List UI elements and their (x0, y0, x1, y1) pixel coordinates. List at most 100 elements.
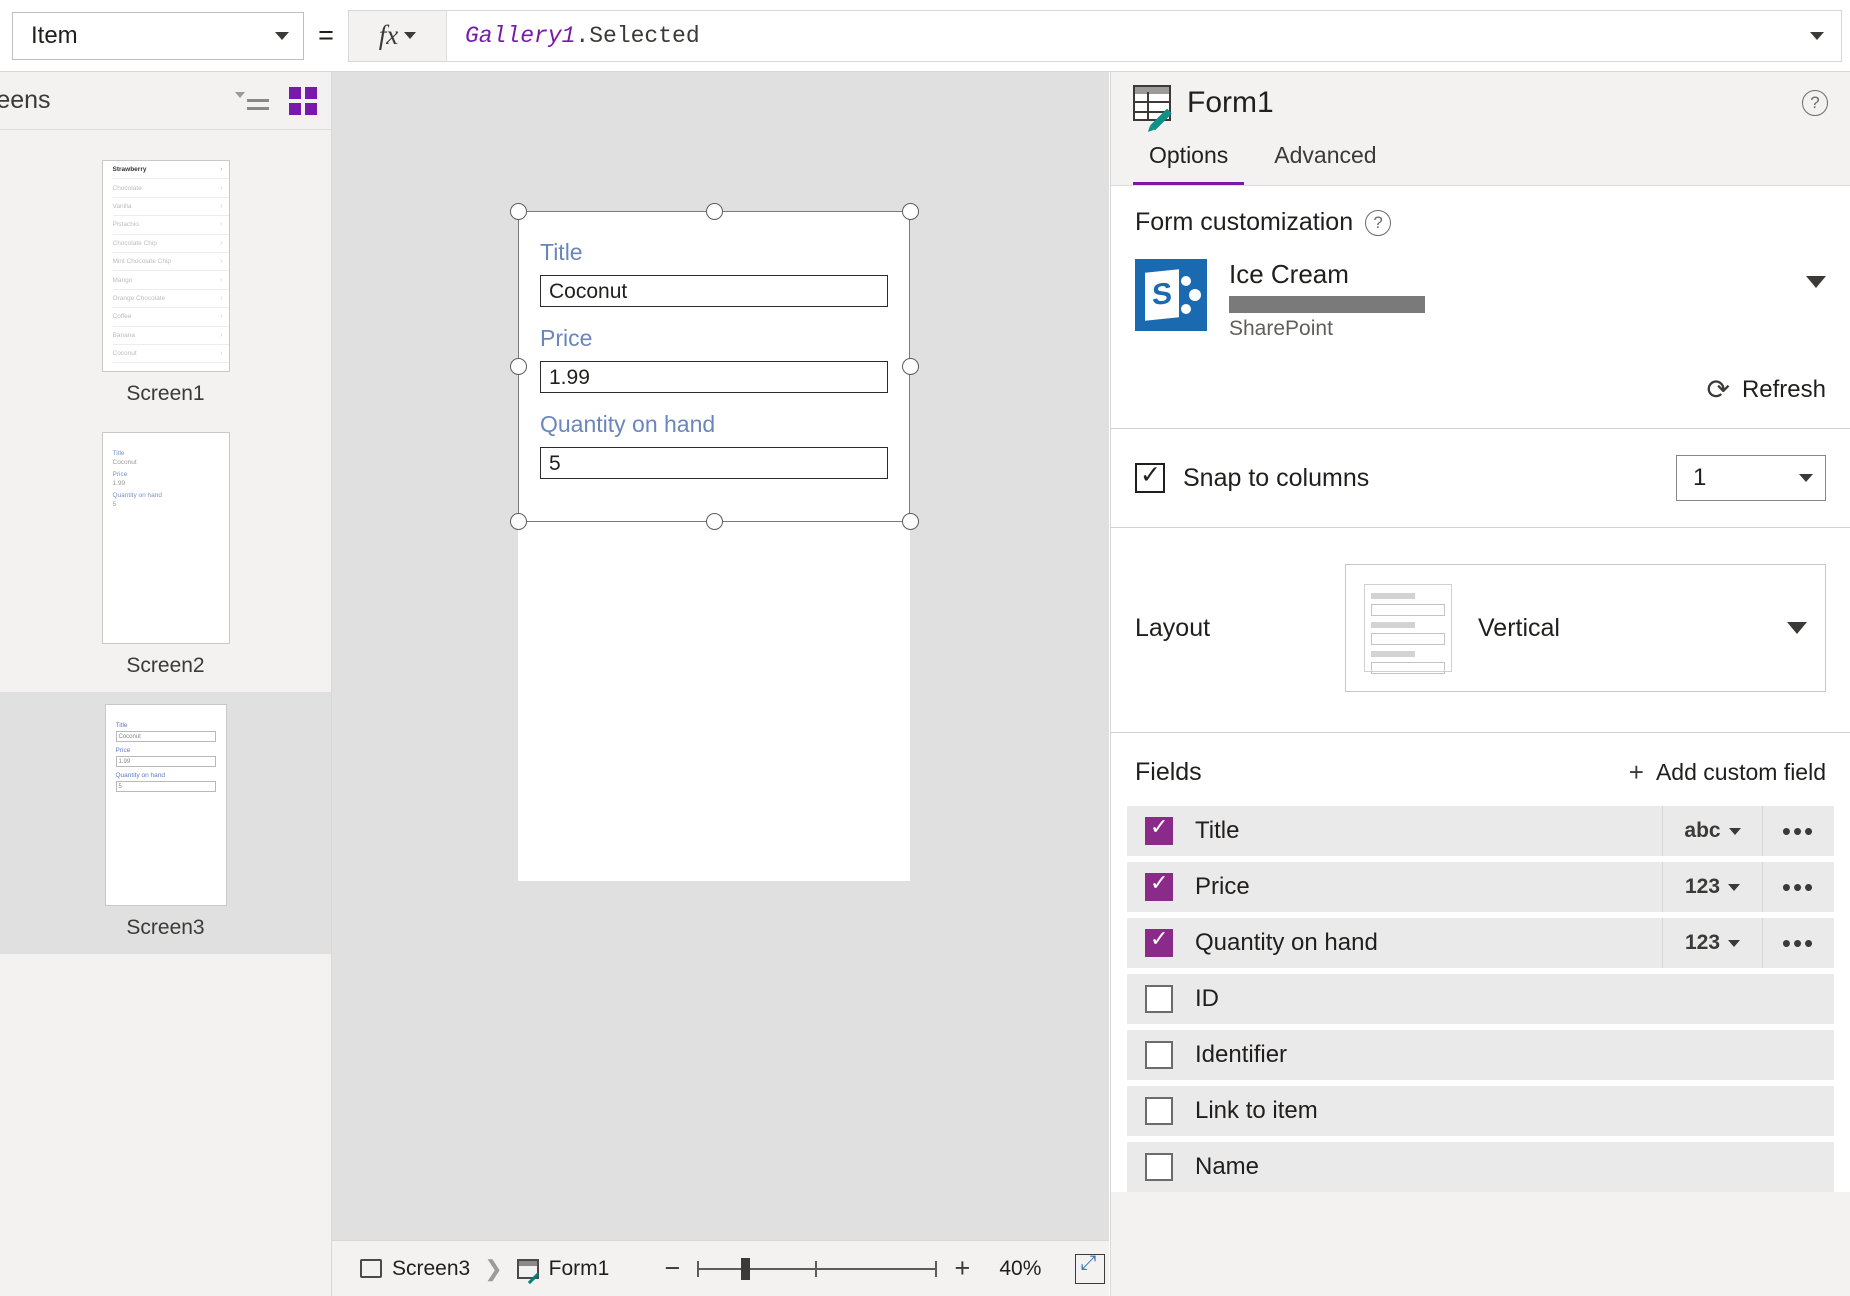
chevron-right-icon: › (220, 331, 223, 339)
properties-panel: Form1 ? Options Advanced Form customizat… (1110, 72, 1850, 1296)
snap-to-columns-checkbox[interactable] (1135, 460, 1165, 493)
add-custom-field-button[interactable]: + Add custom field (1629, 757, 1826, 788)
formula-input[interactable]: Gallery1.Selected (447, 23, 1793, 49)
sharepoint-icon: S (1135, 259, 1207, 331)
fields-heading: Fields (1135, 758, 1202, 786)
refresh-row[interactable]: ⟳ Refresh (1111, 363, 1850, 428)
field-checkbox[interactable] (1145, 814, 1173, 845)
app-canvas[interactable]: Title Coconut Price 1.99 Quantity on han… (332, 72, 1109, 1240)
breadcrumb[interactable]: Screen3 (360, 1257, 470, 1281)
refresh-label: Refresh (1741, 375, 1826, 403)
formula-expand-button[interactable] (1793, 27, 1841, 45)
fx-button[interactable]: fx (349, 10, 447, 61)
screens-panel-title: reens (0, 86, 51, 114)
thumbnail-field-label: Price (115, 747, 131, 754)
field-checkbox[interactable] (1145, 870, 1173, 901)
help-icon[interactable]: ? (1365, 209, 1392, 236)
quantity-input[interactable]: 5 (540, 447, 888, 479)
field-more-button[interactable]: ••• (1762, 862, 1834, 912)
thumbnail-gallery-row: Coffee › (112, 308, 229, 327)
zoom-slider-tick (815, 1260, 818, 1277)
resize-handle-bottom-center[interactable] (706, 513, 723, 530)
thumbnail-field-value: 1.99 (112, 480, 126, 487)
formula-input-wrap[interactable]: fx Gallery1.Selected (348, 9, 1842, 62)
thumbnail-gallery-row: Strawberry › (112, 161, 229, 180)
field-row[interactable]: Price 123 ••• (1127, 862, 1834, 912)
breadcrumb-control[interactable]: Form1 (516, 1257, 609, 1281)
field-row[interactable]: Name (1127, 1142, 1834, 1192)
chevron-down-icon (1787, 622, 1807, 634)
field-type-dropdown[interactable]: abc (1662, 806, 1762, 856)
zoom-slider-tick (697, 1260, 700, 1277)
field-more-button[interactable]: ••• (1762, 806, 1834, 856)
section-heading: Form customization ? (1135, 208, 1826, 237)
field-more-button[interactable]: ••• (1762, 918, 1834, 968)
data-source-expand-button[interactable] (1806, 259, 1826, 293)
field-type-dropdown[interactable]: 123 (1662, 918, 1762, 968)
help-icon[interactable]: ? (1802, 90, 1828, 116)
form-icon (516, 1258, 539, 1279)
thumbnail-gallery-row: Vanilla › (112, 198, 229, 217)
screen-list-item[interactable]: Strawberry › Chocolate › Vanilla › Pistachi… (0, 148, 331, 420)
title-input[interactable]: Coconut (540, 275, 888, 307)
chevron-down-icon (275, 31, 289, 40)
edit-form-icon (1133, 85, 1172, 131)
field-checkbox[interactable] (1145, 1153, 1173, 1181)
price-input[interactable]: 1.99 (540, 361, 888, 393)
resize-handle-middle-left[interactable] (510, 358, 527, 375)
screens-panel: reens Strawberry › Chocolate › (0, 72, 332, 1296)
field-row[interactable]: Quantity on hand 123 ••• (1127, 918, 1834, 968)
resize-handle-top-right[interactable] (902, 203, 919, 220)
resize-handle-top-left[interactable] (510, 203, 527, 220)
thumbnail-field-input: 1.99 (115, 756, 216, 767)
field-checkbox[interactable] (1145, 1097, 1173, 1125)
resize-handle-top-center[interactable] (706, 203, 723, 220)
screen-surface[interactable]: Title Coconut Price 1.99 Quantity on han… (518, 211, 910, 881)
layout-dropdown[interactable]: Vertical (1345, 564, 1826, 692)
field-checkbox[interactable] (1145, 926, 1173, 957)
snap-to-columns-section: Snap to columns 1 (1111, 429, 1850, 528)
screens-panel-header: reens (0, 72, 331, 130)
field-name: Price (1195, 873, 1250, 900)
tree-view-icon[interactable] (235, 88, 269, 114)
property-dropdown[interactable]: Item (12, 11, 304, 60)
data-source-row[interactable]: S Ice Cream SharePoint (1135, 259, 1826, 341)
screen-list-item-selected[interactable]: Title Coconut Price 1.99 Quantity on han… (0, 692, 331, 954)
thumbnail-view-icon[interactable] (289, 86, 317, 115)
field-checkbox[interactable] (1145, 1041, 1173, 1069)
fit-to-screen-icon[interactable] (1075, 1252, 1106, 1284)
zoom-slider-tick (935, 1260, 938, 1277)
zoom-out-button[interactable]: − (659, 1253, 685, 1284)
field-checkbox[interactable] (1145, 985, 1173, 1013)
thumbnail-gallery-row: Mango › (112, 271, 229, 290)
field-type-dropdown[interactable]: 123 (1662, 862, 1762, 912)
zoom-in-button[interactable]: + (949, 1253, 975, 1284)
gallery-item-label: Coffee (112, 313, 132, 321)
thumbnail-gallery-row: Mint Chocolate Chip › (112, 253, 229, 272)
tab-options[interactable]: Options (1133, 134, 1245, 185)
tab-advanced[interactable]: Advanced (1258, 134, 1392, 185)
zoom-slider-thumb[interactable] (741, 1257, 751, 1280)
edit-form[interactable]: Title Coconut Price 1.99 Quantity on han… (518, 211, 910, 522)
field-row[interactable]: Link to item (1127, 1086, 1834, 1136)
resize-handle-bottom-right[interactable] (902, 513, 919, 530)
chevron-right-icon: › (220, 313, 223, 321)
gallery-item-label: Orange Chocolate (112, 294, 166, 302)
form-field-label: Quantity on hand (540, 411, 716, 437)
screen2-thumbnail[interactable]: Title Coconut Price 1.99 Quantity on han… (101, 432, 230, 644)
panel-tabs: Options Advanced (1111, 134, 1850, 186)
screen-list-item[interactable]: Title Coconut Price 1.99 Quantity on han… (0, 420, 331, 692)
chevron-down-icon (1728, 827, 1741, 835)
field-row[interactable]: Identifier (1127, 1030, 1834, 1080)
gallery-item-label: Banana (112, 331, 135, 339)
resize-handle-bottom-left[interactable] (510, 513, 527, 530)
zoom-slider[interactable] (697, 1256, 938, 1282)
section-heading-label: Form customization (1135, 208, 1354, 236)
columns-dropdown[interactable]: 1 (1676, 455, 1826, 501)
resize-handle-middle-right[interactable] (902, 358, 919, 375)
screen1-thumbnail[interactable]: Strawberry › Chocolate › Vanilla › Pistachi… (101, 160, 230, 372)
field-name: Name (1195, 1153, 1260, 1180)
field-row[interactable]: Title abc ••• (1127, 806, 1834, 856)
field-row[interactable]: ID (1127, 974, 1834, 1024)
screen3-thumbnail[interactable]: Title Coconut Price 1.99 Quantity on han… (104, 704, 227, 906)
